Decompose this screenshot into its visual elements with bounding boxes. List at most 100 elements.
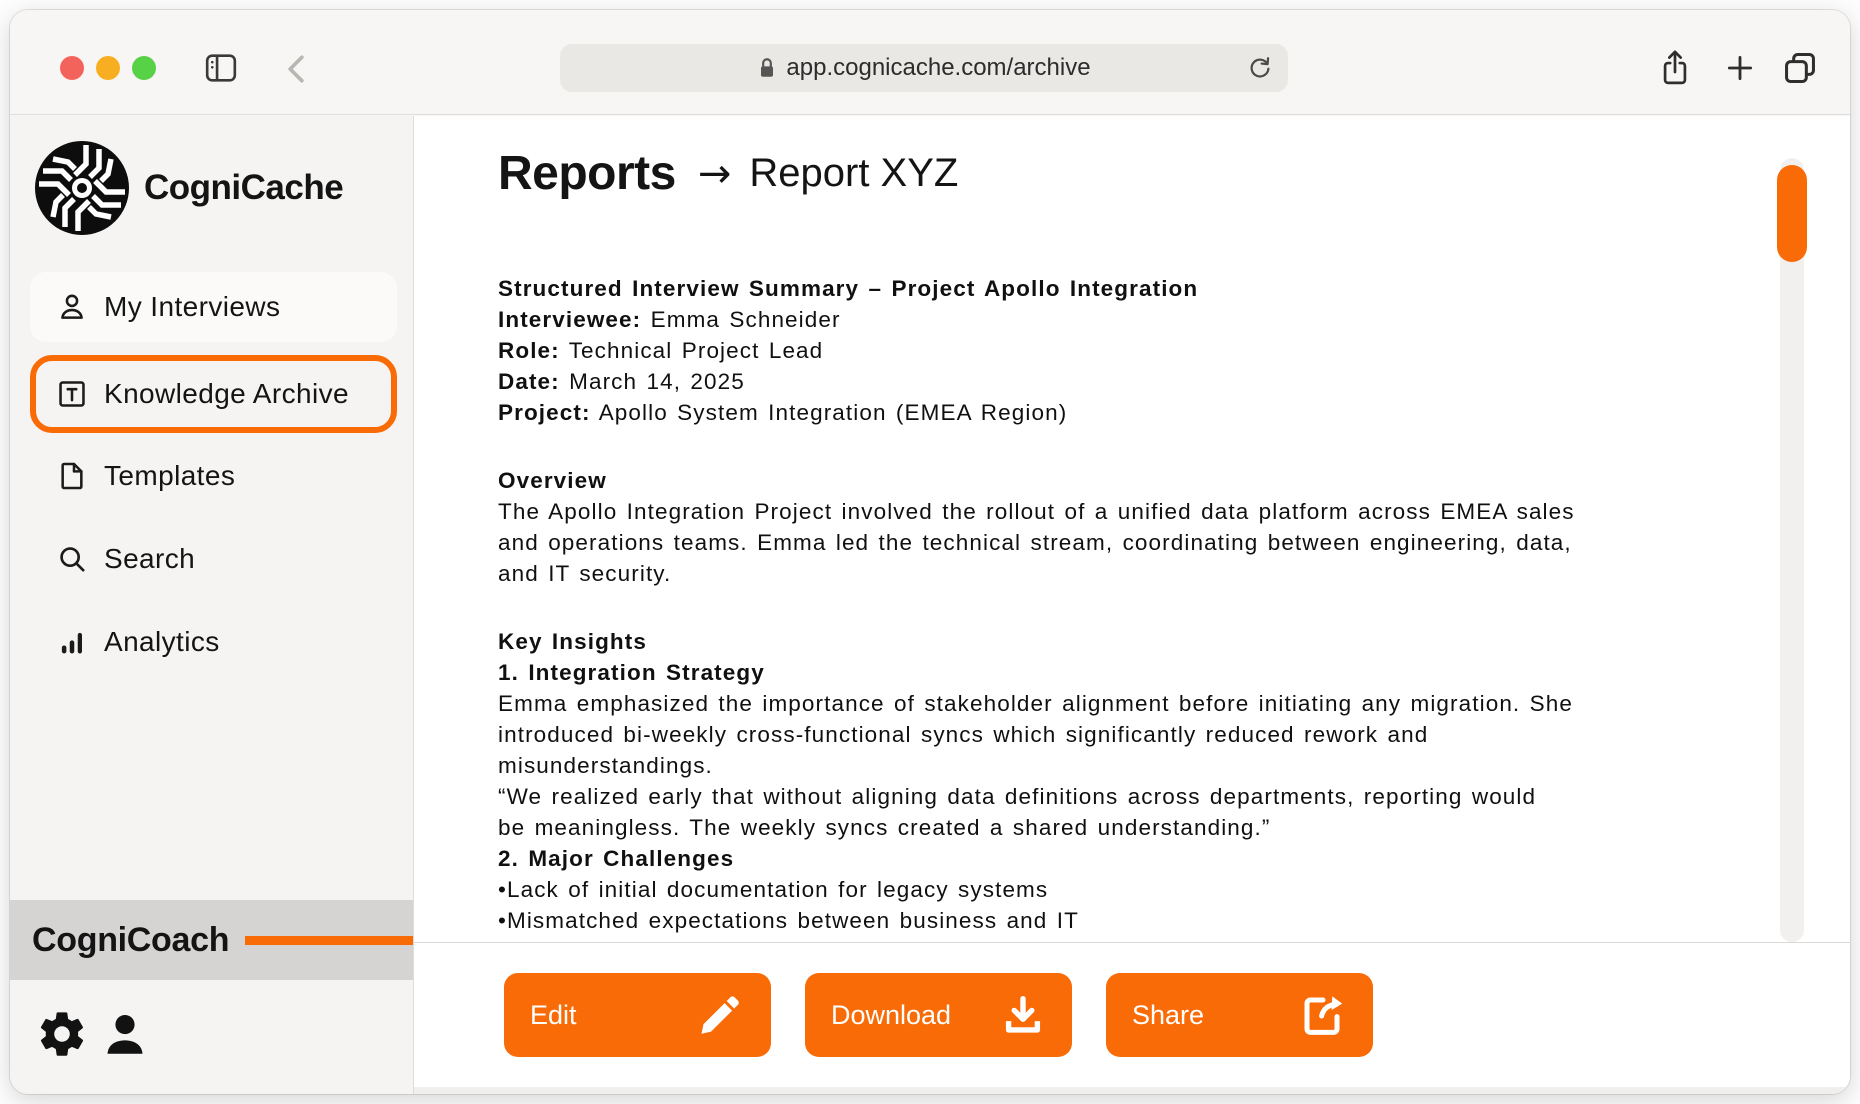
window-bottom-strip — [414, 1087, 1850, 1094]
back-button[interactable] — [282, 54, 310, 84]
doc-line: Role: Technical Project Lead — [498, 335, 1748, 366]
tab-overview-icon[interactable] — [1780, 48, 1820, 88]
doc-line: Project: Apollo System Integration (EMEA… — [498, 397, 1748, 428]
sidebar-item-analytics[interactable]: Analytics — [30, 607, 397, 677]
sidebar-item-label: Search — [104, 543, 195, 575]
doc-text-segment: The Apollo Integration Project involved … — [498, 499, 1575, 524]
sidebar: CogniCache My Interviews — [10, 116, 414, 1094]
doc-line: The Apollo Integration Project involved … — [498, 496, 1748, 527]
doc-line: introduced bi-weekly cross-functional sy… — [498, 719, 1748, 750]
doc-line: Date: March 14, 2025 — [498, 366, 1748, 397]
sidebar-toggle-icon[interactable] — [203, 52, 239, 84]
doc-line: Structured Interview Summary – Project A… — [498, 273, 1748, 304]
doc-text-segment: Key Insights — [498, 629, 647, 654]
edit-button-label: Edit — [530, 1000, 577, 1031]
doc-text-segment: 2. Major Challenges — [498, 846, 734, 871]
doc-line: Key Insights — [498, 626, 1748, 657]
close-window-button[interactable] — [60, 56, 84, 80]
cognicoach-banner: CogniCoach — [10, 900, 413, 980]
doc-blank-line — [498, 589, 1748, 626]
cognicache-logo-icon — [32, 138, 132, 238]
doc-text-segment: •Mismatched expectations between busines… — [498, 908, 1079, 933]
doc-line: “We realized early that without aligning… — [498, 781, 1748, 812]
settings-gear-icon[interactable] — [36, 1008, 88, 1060]
doc-blank-line — [498, 428, 1748, 465]
url-text: app.cognicache.com/archive — [786, 54, 1090, 82]
doc-text-segment: Role: — [498, 338, 560, 363]
doc-text-segment: March 14, 2025 — [560, 369, 745, 394]
app-brand: CogniCache — [32, 138, 343, 238]
app-brand-name: CogniCache — [144, 168, 343, 208]
doc-text-segment: 1. Integration Strategy — [498, 660, 765, 685]
sidebar-item-label: My Interviews — [104, 291, 280, 323]
doc-line: Emma emphasized the importance of stakeh… — [498, 688, 1748, 719]
reload-icon[interactable] — [1246, 54, 1274, 82]
magnifier-icon — [56, 543, 88, 575]
address-bar[interactable]: app.cognicache.com/archive — [560, 44, 1288, 92]
breadcrumb-arrow-icon: → — [698, 151, 732, 197]
doc-text-segment: introduced bi-weekly cross-functional sy… — [498, 722, 1428, 747]
doc-line: be meaningless. The weekly syncs created… — [498, 812, 1748, 843]
window-body: CogniCache My Interviews — [10, 116, 1850, 1094]
doc-text-segment: Technical Project Lead — [560, 338, 824, 363]
share-page-icon[interactable] — [1657, 48, 1693, 88]
browser-toolbar: app.cognicache.com/archive — [10, 10, 1850, 115]
doc-text-segment: and IT security. — [498, 561, 671, 586]
doc-text-segment: Overview — [498, 468, 607, 493]
doc-text-segment: and operations teams. Emma led the techn… — [498, 530, 1572, 555]
doc-line: •Mismatched expectations between busines… — [498, 905, 1748, 936]
cognicoach-label: CogniCoach — [32, 921, 229, 960]
sidebar-item-label: Templates — [104, 460, 235, 492]
minimize-window-button[interactable] — [96, 56, 120, 80]
share-icon — [1299, 991, 1347, 1039]
doc-line: Interviewee: Emma Schneider — [498, 304, 1748, 335]
accent-divider-line — [245, 936, 413, 945]
scrollbar-thumb[interactable] — [1777, 165, 1807, 262]
breadcrumb-section[interactable]: Reports — [498, 146, 676, 201]
share-button[interactable]: Share — [1106, 973, 1373, 1057]
doc-text-segment: Emma Schneider — [641, 307, 840, 332]
doc-line: •Lack of initial documentation for legac… — [498, 874, 1748, 905]
sidebar-item-knowledge-archive[interactable]: Knowledge Archive — [30, 355, 397, 433]
doc-text-segment: Interviewee: — [498, 307, 641, 332]
page-title: Report XYZ — [749, 151, 958, 196]
doc-line: misunderstandings. — [498, 750, 1748, 781]
doc-text-segment: “We realized early that without aligning… — [498, 784, 1536, 809]
browser-window: app.cognicache.com/archive — [10, 10, 1850, 1094]
doc-line: and IT security. — [498, 558, 1748, 589]
doc-text-segment: Emma emphasized the importance of stakeh… — [498, 691, 1573, 716]
sidebar-item-templates[interactable]: Templates — [30, 441, 397, 511]
new-tab-icon[interactable] — [1722, 50, 1758, 86]
main-content: Reports → Report XYZ Structured Intervie… — [414, 116, 1850, 1094]
account-person-icon[interactable] — [100, 1010, 150, 1060]
document-icon — [56, 460, 88, 492]
sidebar-item-label: Analytics — [104, 626, 220, 658]
screenshot-page: app.cognicache.com/archive — [0, 0, 1860, 1104]
zoom-window-button[interactable] — [132, 56, 156, 80]
edit-button[interactable]: Edit — [504, 973, 771, 1057]
download-button[interactable]: Download — [805, 973, 1072, 1057]
doc-text-segment: Structured Interview Summary – Project A… — [498, 276, 1198, 301]
pencil-icon — [695, 990, 745, 1040]
sidebar-item-my-interviews[interactable]: My Interviews — [30, 272, 397, 342]
doc-line: 1. Integration Strategy — [498, 657, 1748, 688]
sidebar-item-label: Knowledge Archive — [104, 378, 349, 410]
text-box-icon — [56, 378, 88, 410]
lock-icon — [757, 56, 777, 80]
download-icon — [1000, 992, 1046, 1038]
doc-text-segment: be meaningless. The weekly syncs created… — [498, 815, 1270, 840]
doc-text-segment: Date: — [498, 369, 560, 394]
doc-text-segment: Project: — [498, 400, 591, 425]
breadcrumb: Reports → Report XYZ — [498, 146, 958, 201]
bar-chart-icon — [56, 626, 88, 658]
person-icon — [56, 291, 88, 323]
scrollbar-track[interactable] — [1780, 158, 1804, 942]
doc-text-segment: misunderstandings. — [498, 753, 713, 778]
sidebar-item-search[interactable]: Search — [30, 524, 397, 594]
sidebar-footer-icons — [36, 1008, 150, 1060]
doc-line: and operations teams. Emma led the techn… — [498, 527, 1748, 558]
sidebar-menu: My Interviews Knowledge Archive — [30, 272, 397, 690]
doc-text-segment: Apollo System Integration (EMEA Region) — [591, 400, 1068, 425]
doc-text-segment: •Lack of initial documentation for legac… — [498, 877, 1048, 902]
action-bar: Edit Download — [414, 942, 1850, 1087]
